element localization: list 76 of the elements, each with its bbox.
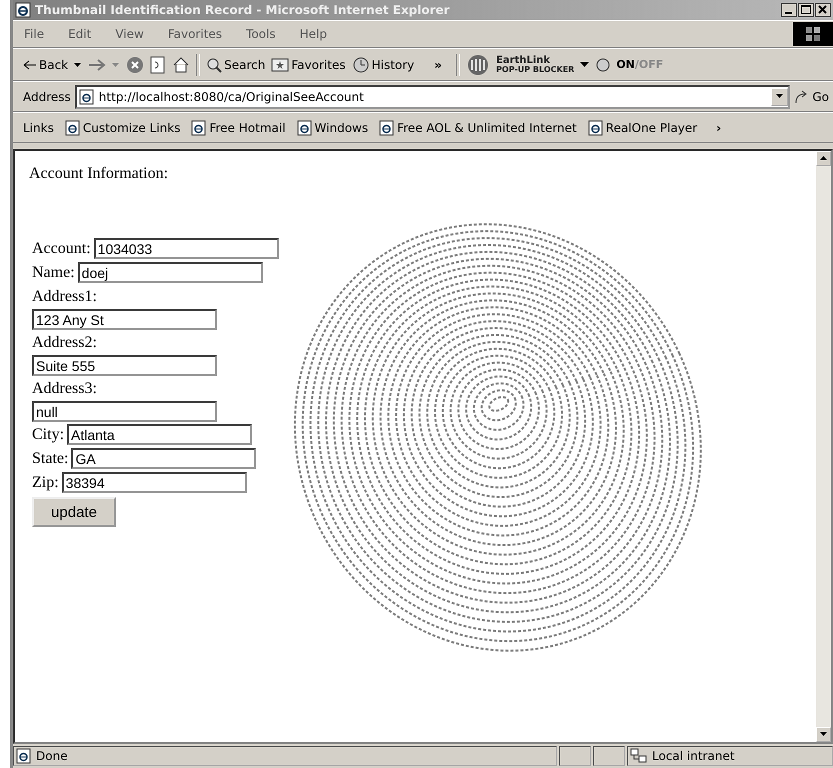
link-button[interactable]: Windows (296, 120, 368, 136)
stop-icon[interactable] (126, 56, 144, 74)
link-button[interactable]: Free Hotmail (191, 120, 286, 136)
caret-icon (820, 732, 828, 737)
field-label: Address2: (32, 333, 97, 353)
back-arrow-icon (23, 60, 37, 70)
update-button[interactable]: update (32, 497, 116, 527)
page-icon (16, 748, 32, 764)
toolbar-overflow-button[interactable]: » (420, 58, 450, 72)
address-field[interactable]: http://localhost:8080/ca/OriginalSeeAccount (74, 84, 790, 108)
input-field[interactable]: Atlanta (67, 424, 252, 445)
menu-item[interactable]: File (23, 27, 46, 41)
off-label: /OFF (634, 58, 664, 71)
input-field[interactable]: 38394 (62, 472, 247, 493)
address-label: Address (23, 90, 71, 104)
toolbar-button[interactable]: Favorites (271, 58, 346, 72)
field-label: Address3: (32, 379, 97, 399)
menu-item[interactable]: View (114, 27, 145, 41)
status-text: Done (36, 749, 68, 763)
field-label: State: (32, 449, 68, 469)
field-label: Zip: (32, 473, 59, 493)
field-label: Address1: (32, 287, 97, 307)
forward-arrow-icon[interactable] (88, 58, 106, 70)
page-heading: Account Information: (29, 165, 170, 183)
links-overflow-button[interactable]: › (716, 120, 722, 134)
page-icon (379, 120, 396, 136)
links-label: Links (23, 120, 54, 134)
refresh-icon[interactable] (150, 56, 166, 74)
clock-icon (352, 56, 370, 74)
input-field[interactable]: 1034033 (94, 238, 279, 259)
status-pane (559, 746, 591, 766)
toolbar-button[interactable]: Search (206, 56, 266, 72)
dropdown-arrow-icon[interactable] (74, 62, 82, 68)
input-field[interactable]: doej (78, 262, 263, 283)
toolbar-button[interactable]: History (352, 56, 414, 74)
page-icon (64, 120, 81, 136)
blocker-subtitle: POP-UP BLOCKER (496, 64, 574, 74)
go-button[interactable]: Go (794, 90, 833, 104)
home-icon[interactable] (172, 56, 190, 74)
status-pane (593, 746, 625, 766)
link-button[interactable]: Customize Links (64, 120, 180, 136)
menu-item[interactable]: Edit (67, 27, 92, 41)
caret-icon (776, 94, 784, 99)
radio-icon[interactable] (596, 58, 610, 72)
menu-item[interactable]: Favorites (166, 27, 224, 41)
minimize-icon[interactable] (781, 3, 797, 17)
scroll-up-button[interactable] (816, 151, 831, 166)
input-field[interactable]: GA (71, 448, 256, 469)
page-icon (191, 120, 208, 136)
menu-item[interactable]: Tools (245, 27, 277, 41)
link-button[interactable]: Free AOL & Unlimited Internet (379, 120, 577, 136)
network-icon (630, 748, 648, 764)
star-folder-icon (271, 58, 290, 72)
field-label: City: (32, 425, 64, 445)
input-field[interactable]: null (32, 401, 217, 422)
on-label: ON (616, 58, 635, 71)
input-field[interactable]: 123 Any St (32, 309, 217, 330)
link-button[interactable]: RealOne Player (588, 120, 698, 136)
input-field[interactable]: Suite 555 (32, 355, 217, 376)
page-icon (296, 120, 313, 136)
menu-item[interactable]: Help (298, 27, 328, 41)
back-button[interactable]: Back (23, 58, 68, 72)
blocker-brand: EarthLink (496, 56, 552, 64)
close-icon[interactable] (815, 3, 831, 17)
maximize-icon[interactable] (798, 3, 814, 17)
field-label: Account: (32, 239, 91, 259)
page-icon (78, 88, 95, 104)
search-icon (206, 56, 222, 72)
caret-icon (820, 156, 828, 161)
dropdown-arrow-icon[interactable] (580, 61, 590, 68)
field-label: Name: (32, 263, 75, 283)
scroll-down-button[interactable] (816, 727, 831, 742)
page-icon (588, 120, 604, 136)
window-title: Thumbnail Identification Record - Microsoft Internet Explorer (35, 3, 450, 17)
dropdown-button[interactable] (771, 88, 788, 106)
zone-text: Local intranet (652, 749, 735, 763)
